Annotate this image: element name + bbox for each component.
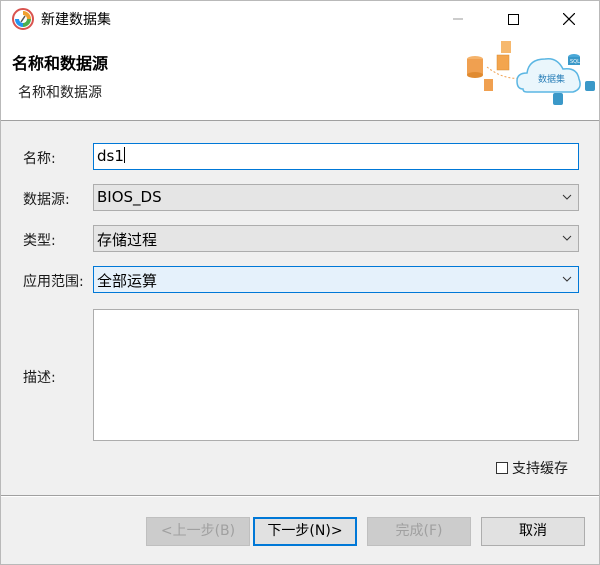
back-button[interactable]: <上一步(B) bbox=[146, 517, 250, 546]
cancel-button[interactable]: 取消 bbox=[481, 517, 585, 546]
cloud-label: 数据集 bbox=[538, 73, 565, 85]
close-button[interactable] bbox=[546, 1, 592, 37]
app-logo-icon bbox=[12, 8, 34, 30]
type-label: 类型: bbox=[23, 233, 56, 249]
type-select[interactable]: 存储过程 bbox=[93, 225, 579, 252]
banner-subtitle: 名称和数据源 bbox=[18, 85, 102, 101]
banner-title: 名称和数据源 bbox=[12, 54, 109, 73]
cache-checkbox[interactable] bbox=[496, 462, 508, 474]
name-input-value: ds1 bbox=[97, 147, 124, 165]
new-dataset-dialog: 新建数据集 名称和数据源 名称和数据源 数据集 SQL 名称: ds1 数据源:… bbox=[0, 0, 600, 565]
next-button[interactable]: 下一步(N)> bbox=[253, 517, 357, 546]
wizard-banner: 名称和数据源 名称和数据源 数据集 SQL bbox=[1, 37, 599, 121]
description-textarea[interactable] bbox=[93, 309, 579, 441]
footer-separator bbox=[1, 495, 599, 497]
datasource-value: BIOS_DS bbox=[97, 188, 162, 206]
scope-value: 全部运算 bbox=[97, 272, 158, 290]
cache-checkbox-row[interactable]: 支持缓存 bbox=[496, 458, 568, 478]
text-cursor bbox=[123, 147, 125, 163]
scope-label: 应用范围: bbox=[23, 274, 84, 290]
sql-badge-label: SQL bbox=[570, 59, 580, 65]
description-label: 描述: bbox=[23, 370, 56, 386]
cache-checkbox-label: 支持缓存 bbox=[512, 461, 568, 477]
minimize-icon bbox=[453, 18, 463, 20]
datasource-label: 数据源: bbox=[23, 192, 70, 208]
maximize-button[interactable] bbox=[490, 1, 536, 37]
type-value: 存储过程 bbox=[97, 231, 158, 249]
dataset-cloud-illustration: 数据集 SQL bbox=[467, 41, 595, 105]
finish-button[interactable]: 完成(F) bbox=[367, 517, 471, 546]
chevron-down-icon bbox=[562, 194, 572, 200]
minimize-button[interactable] bbox=[435, 1, 481, 37]
name-label: 名称: bbox=[23, 151, 56, 167]
name-input[interactable]: ds1 bbox=[93, 143, 579, 170]
chevron-down-icon bbox=[562, 276, 572, 282]
datasource-select[interactable]: BIOS_DS bbox=[93, 184, 579, 211]
window-title: 新建数据集 bbox=[41, 12, 111, 28]
close-icon bbox=[563, 13, 575, 25]
chevron-down-icon bbox=[562, 235, 572, 241]
title-bar: 新建数据集 bbox=[1, 1, 599, 37]
scope-select[interactable]: 全部运算 bbox=[93, 266, 579, 293]
maximize-icon bbox=[507, 13, 519, 25]
